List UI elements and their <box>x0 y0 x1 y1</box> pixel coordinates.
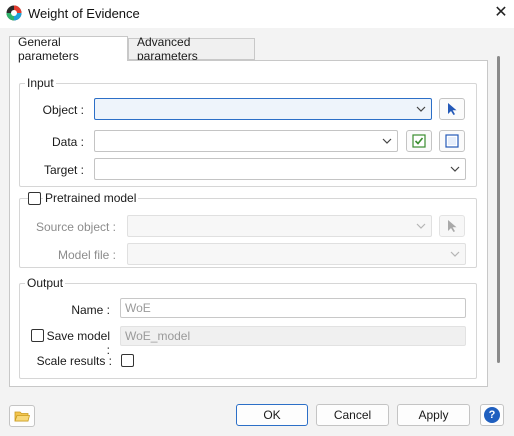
name-input[interactable]: WoE <box>120 298 466 318</box>
name-label: Name : <box>71 303 110 317</box>
model-file-label: Model file : <box>57 248 116 262</box>
pretrained-model-label: Pretrained model <box>43 191 139 205</box>
scrollbar-thumb[interactable] <box>497 56 500 363</box>
open-folder-button[interactable] <box>9 405 35 427</box>
target-label: Target : <box>43 163 84 177</box>
apply-button[interactable]: Apply <box>397 404 470 426</box>
folder-open-icon <box>14 411 30 422</box>
save-model-input[interactable]: WoE_model <box>120 326 466 346</box>
source-object-label: Source object : <box>35 220 116 234</box>
object-pick-button[interactable] <box>439 98 465 120</box>
check-all-button[interactable] <box>406 130 432 152</box>
window-title: Weight of Evidence <box>28 6 140 21</box>
data-combobox[interactable] <box>94 130 398 152</box>
scale-results-checkbox[interactable] <box>121 354 134 367</box>
output-group-legend: Output <box>25 276 66 290</box>
chevron-down-icon <box>382 138 392 144</box>
chevron-down-icon <box>450 251 460 257</box>
source-object-pick-button[interactable] <box>439 215 465 237</box>
chevron-down-icon <box>416 106 426 112</box>
tab-panel: Input Object : Data : Target : Pretraine… <box>9 60 488 387</box>
uncheck-all-icon <box>445 134 459 148</box>
source-object-combobox[interactable] <box>127 215 432 237</box>
chevron-down-icon <box>416 223 426 229</box>
data-label: Data : <box>51 135 84 149</box>
help-button[interactable]: ? <box>480 404 504 426</box>
pointer-select-icon <box>448 220 457 232</box>
save-model-label: Save model : <box>46 329 110 357</box>
save-model-checkbox[interactable] <box>31 329 44 342</box>
cancel-button[interactable]: Cancel <box>316 404 389 426</box>
check-all-icon <box>412 134 426 148</box>
app-logo-icon <box>6 5 22 21</box>
tab-advanced-parameters[interactable]: Advanced parameters <box>128 35 255 63</box>
help-icon: ? <box>484 407 500 423</box>
uncheck-all-button[interactable] <box>439 130 465 152</box>
tab-general-parameters[interactable]: General parameters <box>9 35 128 63</box>
input-group-legend: Input <box>25 76 56 90</box>
object-combobox[interactable] <box>94 98 432 120</box>
pointer-select-icon <box>448 103 457 115</box>
chevron-down-icon <box>450 166 460 172</box>
scale-results-label: Scale results : <box>36 354 112 368</box>
close-icon[interactable]: ✕ <box>491 2 511 22</box>
ok-button[interactable]: OK <box>236 404 308 426</box>
model-file-combobox[interactable] <box>127 243 466 265</box>
object-label: Object : <box>42 103 84 117</box>
target-combobox[interactable] <box>94 158 466 180</box>
pretrained-model-checkbox[interactable] <box>28 192 41 205</box>
